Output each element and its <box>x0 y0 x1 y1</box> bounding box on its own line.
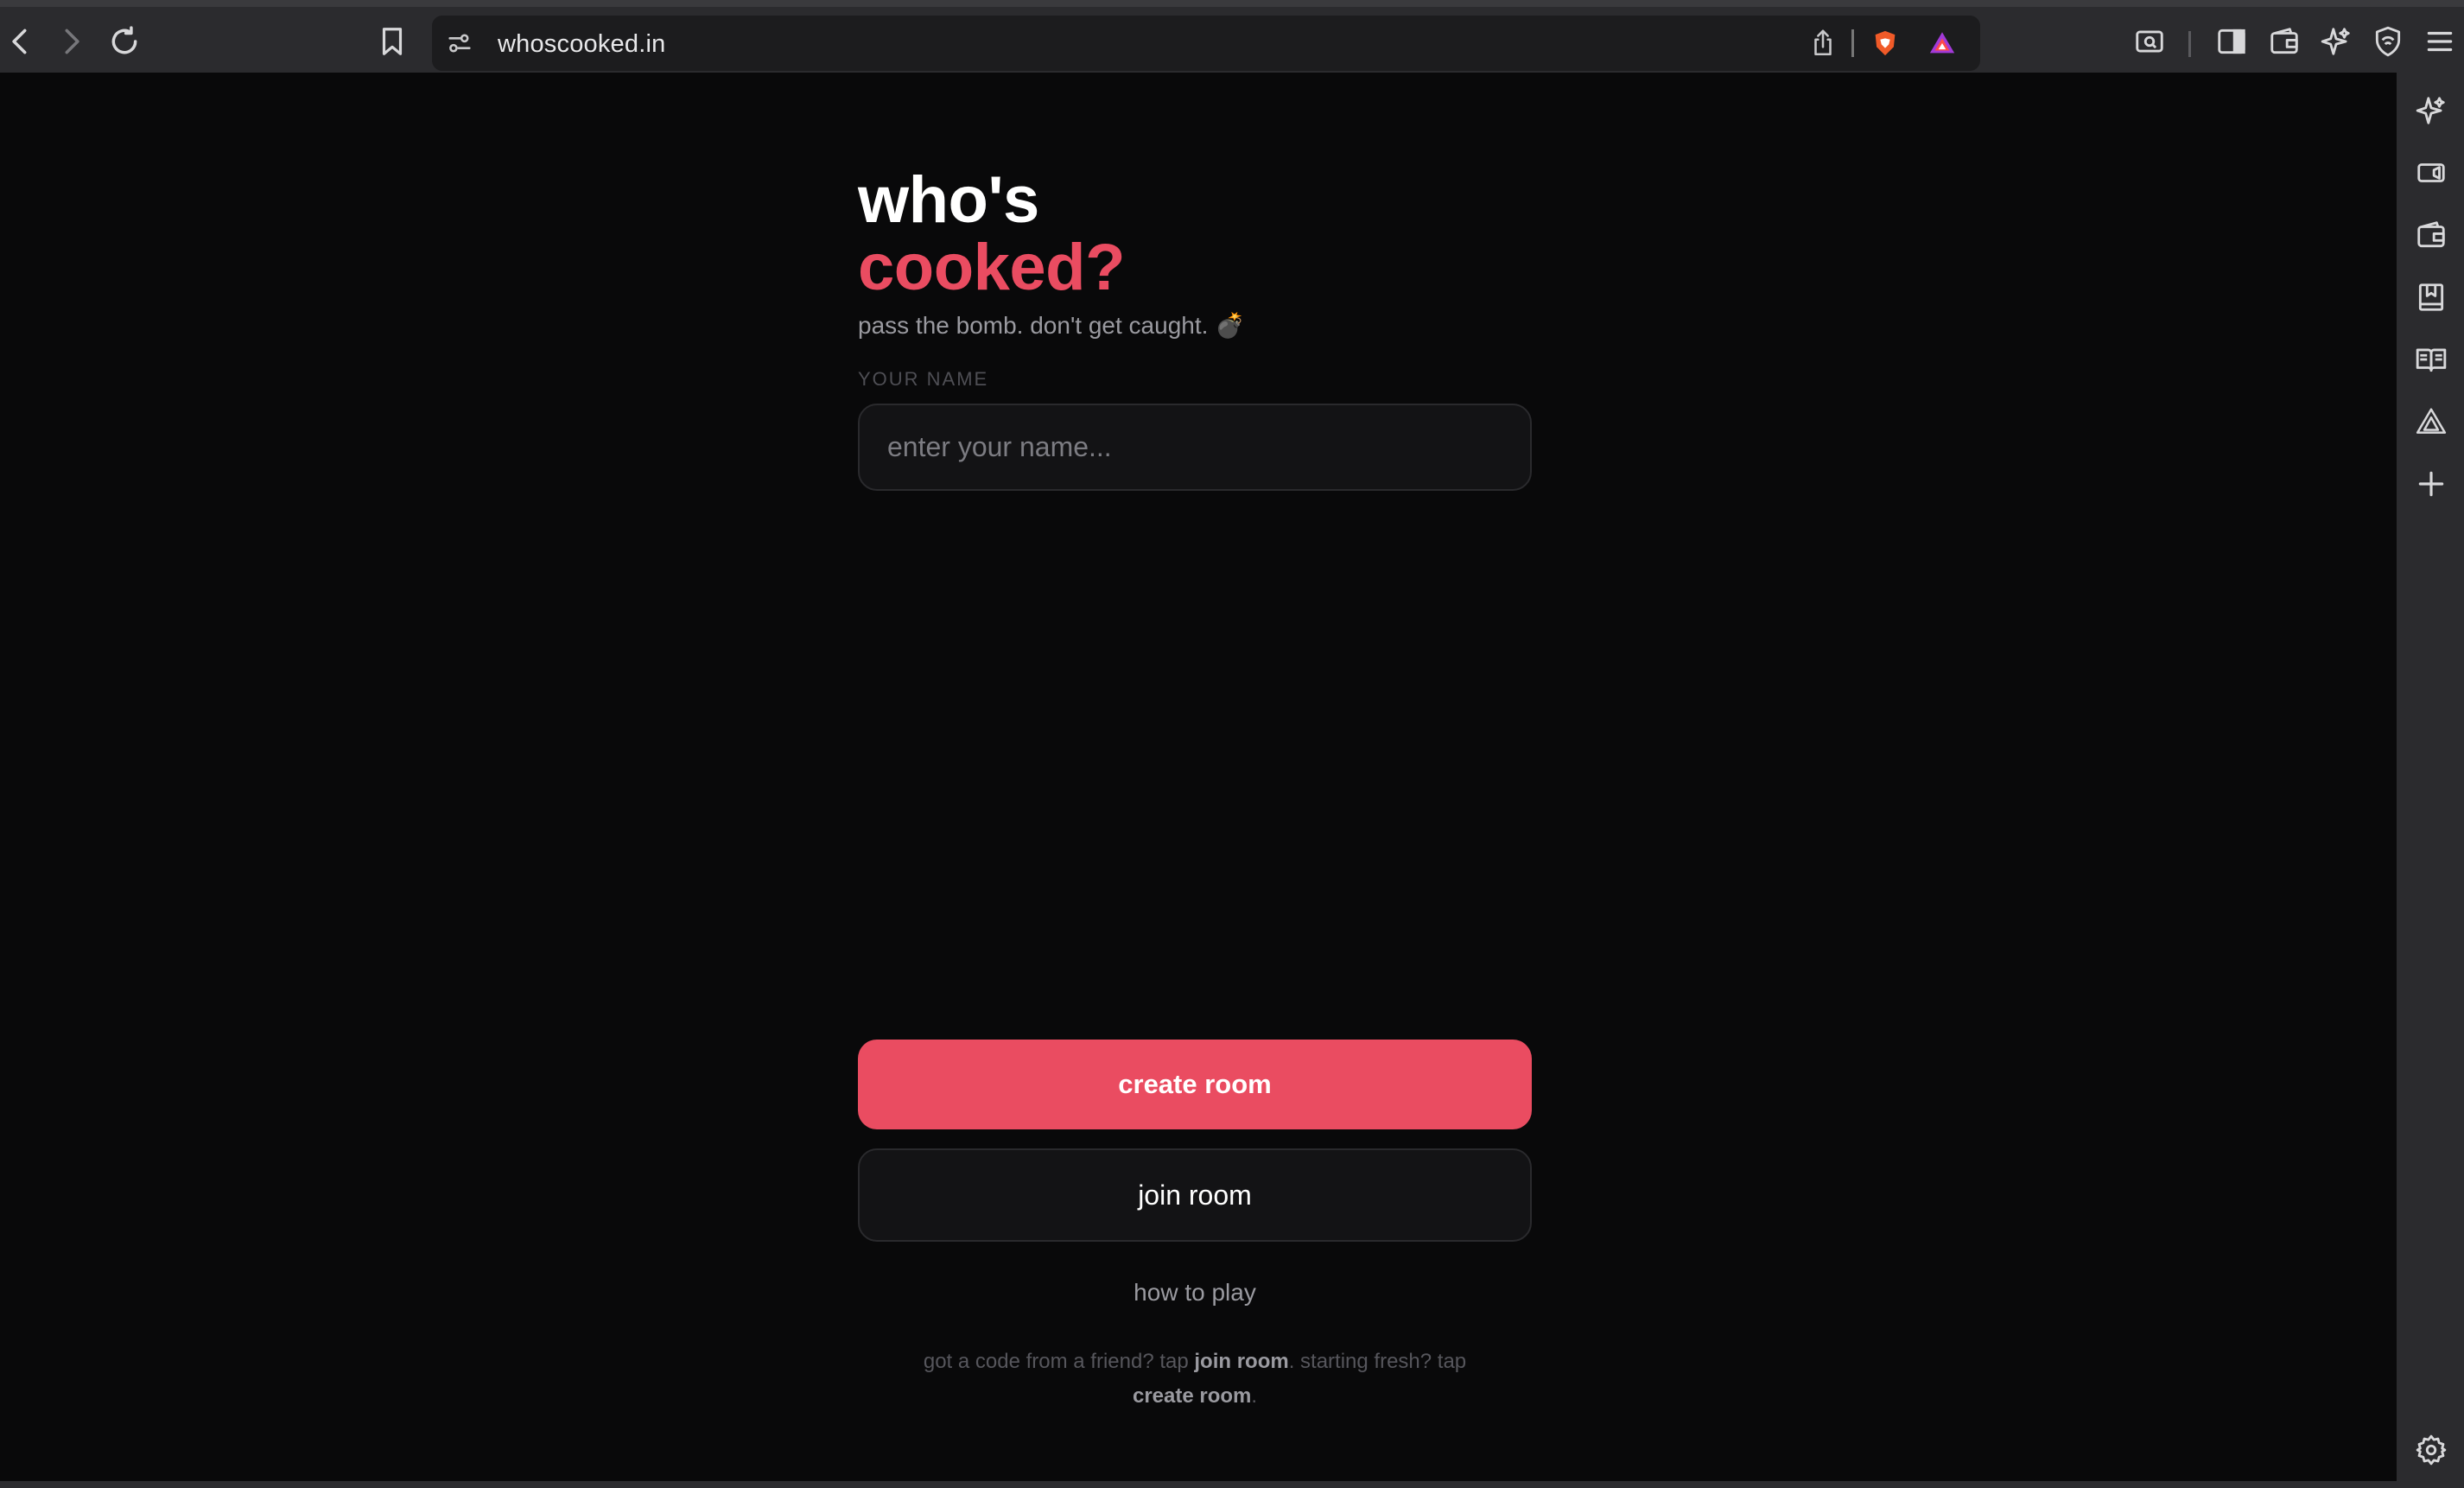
sidebar-bookmarks-button[interactable] <box>2410 277 2452 318</box>
page-search-button[interactable] <box>2125 17 2174 66</box>
hint-text: got a code from a friend? tap join room.… <box>892 1345 1497 1414</box>
hint-join-room: join room <box>1194 1350 1289 1373</box>
toolbar-divider <box>2188 31 2191 57</box>
sparkle-icon <box>2321 28 2350 55</box>
page-title-line2: cooked? <box>858 231 1126 304</box>
sidebar-add-button[interactable] <box>2410 463 2452 505</box>
menu-button[interactable] <box>2416 17 2464 66</box>
main-content: who's cooked? pass the bomb. don't get c… <box>858 73 1532 1481</box>
hint-part3: . <box>1251 1384 1258 1408</box>
sidebar-brave-news-button[interactable] <box>2410 401 2452 442</box>
bookmark-button[interactable] <box>368 17 416 66</box>
brave-rewards-icon[interactable] <box>1925 26 1959 60</box>
vpn-button[interactable] <box>2364 17 2412 66</box>
wallet-icon <box>2417 221 2445 248</box>
plus-icon <box>2418 471 2444 497</box>
create-room-button[interactable]: create room <box>858 1040 1532 1129</box>
reading-list-icon <box>2416 348 2447 372</box>
sidebar-talk-button[interactable] <box>2410 152 2452 194</box>
hint-part1: got a code from a friend? tap <box>923 1350 1195 1373</box>
page-viewport: who's cooked? pass the bomb. don't get c… <box>0 73 2397 1481</box>
brave-triangle-icon <box>2416 408 2447 434</box>
address-bar[interactable]: whoscooked.in <box>432 16 1980 71</box>
join-room-button[interactable]: join room <box>858 1148 1532 1242</box>
leo-ai-button[interactable] <box>2312 17 2360 66</box>
chevron-right-icon <box>65 29 79 54</box>
wallet-button[interactable] <box>2260 17 2308 66</box>
site-settings-icon[interactable] <box>442 26 477 60</box>
forward-button[interactable] <box>47 17 95 66</box>
video-camera-icon <box>2417 163 2445 182</box>
url-divider <box>1851 29 1854 57</box>
chevron-left-icon <box>12 29 27 54</box>
sidebar-icon <box>2218 29 2245 54</box>
bookmarks-icon <box>2418 283 2444 311</box>
sidebar-toggle-button[interactable] <box>2207 17 2256 66</box>
search-page-icon <box>2136 30 2163 53</box>
wallet-icon <box>2270 28 2298 54</box>
hint-part2: . starting fresh? tap <box>1288 1350 1467 1373</box>
sidebar-reading-list-button[interactable] <box>2410 339 2452 380</box>
sidebar-leo-button[interactable] <box>2410 90 2452 131</box>
sidebar-wallet-button[interactable] <box>2410 214 2452 256</box>
reload-icon <box>111 26 137 54</box>
gear-icon <box>2416 1434 2447 1466</box>
sidebar-settings-button[interactable] <box>2410 1429 2452 1471</box>
bookmark-icon <box>382 28 403 55</box>
sparkle-icon <box>2416 97 2445 124</box>
share-icon[interactable] <box>1806 26 1840 60</box>
tagline: pass the bomb. don't get caught. 💣 <box>858 312 1246 339</box>
reload-button[interactable] <box>100 17 149 66</box>
shield-icon <box>2375 26 2401 57</box>
page-title-line1: who's <box>858 163 1039 237</box>
back-button[interactable] <box>0 17 45 66</box>
hamburger-icon <box>2427 31 2453 52</box>
how-to-play-link[interactable]: how to play <box>858 1279 1532 1307</box>
url-text[interactable]: whoscooked.in <box>498 30 665 59</box>
name-label: YOUR NAME <box>858 368 989 390</box>
hint-create-room: create room <box>1132 1384 1252 1408</box>
brave-shields-icon[interactable] <box>1868 26 1902 60</box>
side-panel <box>2397 73 2464 1488</box>
browser-toolbar: whoscooked.in <box>0 0 2464 73</box>
name-input[interactable] <box>858 404 1532 491</box>
